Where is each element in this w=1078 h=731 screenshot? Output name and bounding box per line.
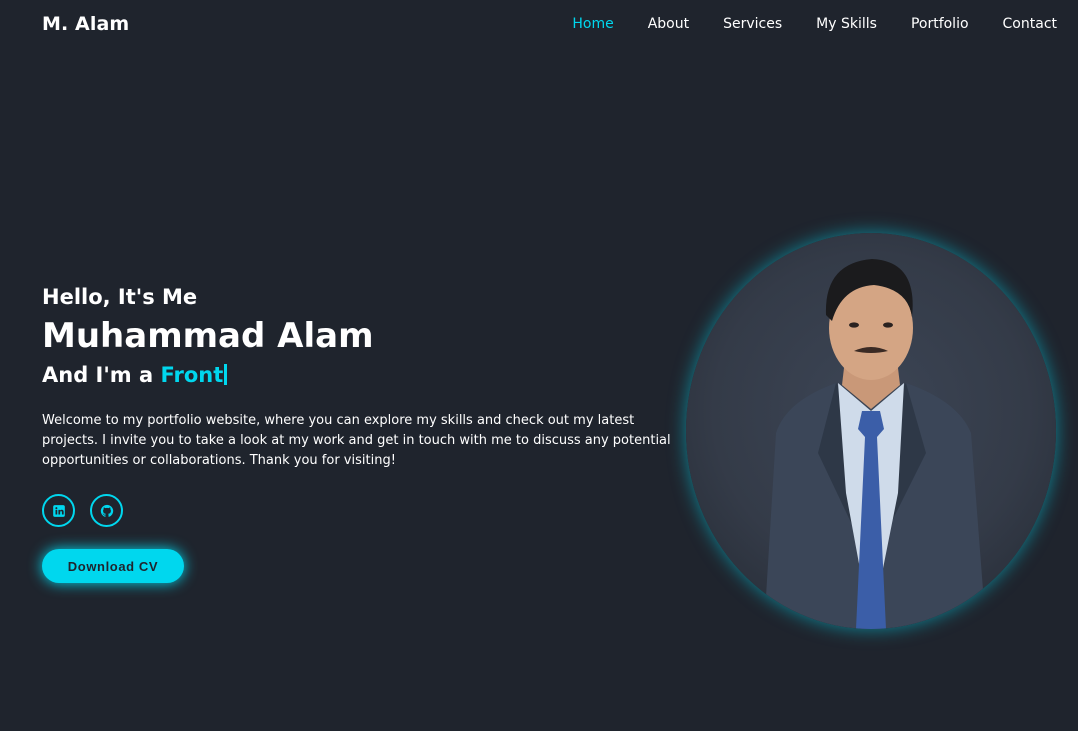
- nav-link-about[interactable]: About: [648, 16, 689, 32]
- nav-link-contact[interactable]: Contact: [1003, 16, 1057, 32]
- social-links: [42, 494, 702, 527]
- hero-content: Hello, It's Me Muhammad Alam And I'm a F…: [42, 282, 702, 583]
- hero-name: Muhammad Alam: [42, 316, 374, 356]
- site-logo[interactable]: M. Alam: [42, 13, 129, 35]
- hero-role-prefix: And I'm a: [42, 363, 161, 387]
- linkedin-link[interactable]: [42, 494, 75, 527]
- site-header: M. Alam Home About Services My Skills Po…: [0, 0, 1078, 48]
- hero-role-typed: Front: [160, 363, 224, 387]
- nav-link-home[interactable]: Home: [572, 16, 613, 32]
- main-nav: Home About Services My Skills Portfolio …: [572, 16, 1057, 32]
- github-icon: [100, 504, 114, 518]
- nav-link-portfolio[interactable]: Portfolio: [911, 16, 969, 32]
- portrait-illustration: [764, 259, 986, 629]
- hero-role: And I'm a Front: [42, 360, 702, 390]
- linkedin-icon: [52, 504, 66, 518]
- hero-intro: Welcome to my portfolio website, where y…: [42, 413, 671, 468]
- download-cv-button[interactable]: Download CV: [42, 549, 184, 583]
- github-link[interactable]: [90, 494, 123, 527]
- nav-link-services[interactable]: Services: [723, 16, 782, 32]
- hero-greeting: Hello, It's Me: [42, 285, 198, 309]
- nav-link-my-skills[interactable]: My Skills: [816, 16, 877, 32]
- profile-photo: [686, 233, 1056, 629]
- portfolio-page: M. Alam Home About Services My Skills Po…: [0, 0, 1078, 731]
- typing-cursor: [224, 364, 228, 385]
